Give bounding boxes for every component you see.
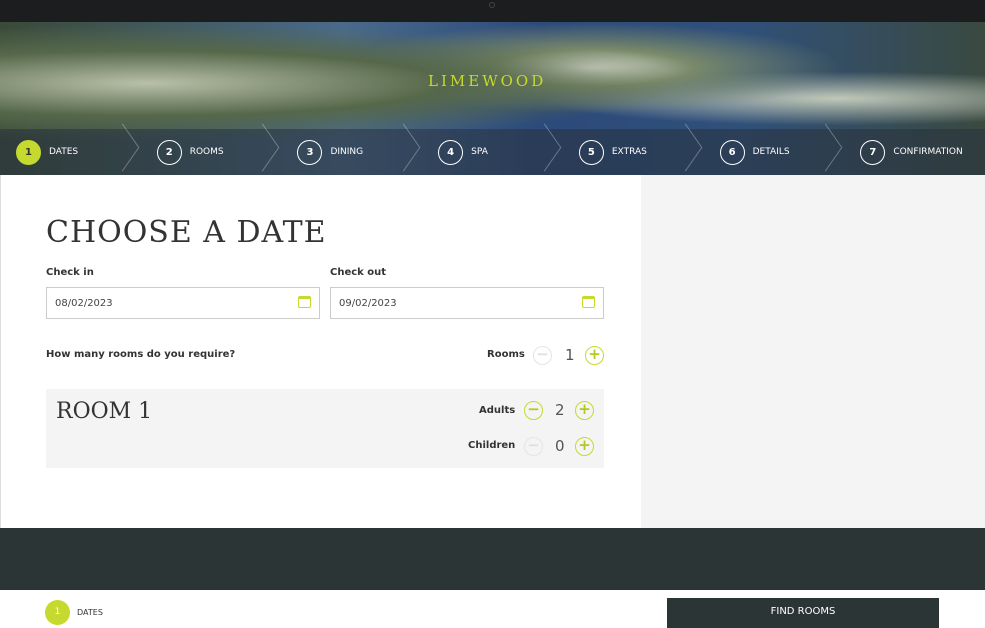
- step-dining[interactable]: 3 DINING: [281, 129, 422, 175]
- rooms-question: How many rooms do you require?: [46, 349, 236, 360]
- sticky-step-number: 1: [45, 600, 70, 625]
- adults-plus-button[interactable]: +: [575, 401, 594, 420]
- step-label: DINING: [330, 147, 364, 157]
- checkin-value: 08/02/2023: [55, 298, 113, 309]
- checkout-value: 09/02/2023: [339, 298, 397, 309]
- step-rooms[interactable]: 2 ROOMS: [141, 129, 282, 175]
- adults-minus-button[interactable]: −: [524, 401, 543, 420]
- step-number: 1: [16, 139, 41, 165]
- checkin-label: Check in: [46, 267, 94, 278]
- booking-steps: 1 DATES 2 ROOMS 3 DINING 4 SPA 5 EXTRAS 6 DETA…: [0, 129, 985, 175]
- children-minus-button[interactable]: −: [524, 437, 543, 456]
- step-number: 3: [297, 139, 323, 165]
- adults-label: Adults: [479, 405, 516, 416]
- camera-dot: [489, 2, 495, 8]
- step-details[interactable]: 6 DETAILS: [704, 129, 845, 175]
- page-title: CHOOSE A DATE: [46, 215, 327, 250]
- step-dates[interactable]: 1 DATES: [0, 129, 141, 175]
- step-label: SPA: [471, 147, 488, 157]
- step-extras[interactable]: 5 EXTRAS: [563, 129, 704, 175]
- step-number: 2: [156, 139, 182, 165]
- rooms-label: Rooms: [487, 349, 525, 360]
- checkout-label: Check out: [330, 267, 387, 278]
- children-label: Children: [468, 440, 516, 451]
- adults-value: 2: [555, 401, 565, 419]
- step-label: DETAILS: [752, 147, 790, 157]
- rooms-minus-button[interactable]: −: [533, 346, 552, 365]
- calendar-icon[interactable]: [298, 296, 311, 308]
- children-value: 0: [555, 437, 565, 455]
- step-number: 6: [719, 139, 745, 165]
- find-rooms-button[interactable]: FIND ROOMS: [667, 598, 939, 628]
- step-number: 7: [860, 139, 886, 165]
- step-spa[interactable]: 4 SPA: [422, 129, 563, 175]
- step-label: EXTRAS: [611, 147, 647, 157]
- children-plus-button[interactable]: +: [575, 437, 594, 456]
- device-top-bar: [0, 0, 985, 22]
- limewood-logo[interactable]: LIMEWOOD: [428, 72, 546, 90]
- footer: [0, 528, 985, 590]
- summary-sidebar: [641, 175, 985, 528]
- step-label: ROOMS: [189, 147, 224, 157]
- step-label: CONFIRMATION: [893, 147, 963, 157]
- hero-banner: LIMEWOOD 1 DATES 2 ROOMS 3 DINING 4 SPA 5 EXT…: [0, 22, 985, 175]
- step-confirmation[interactable]: 7 CONFIRMATION: [844, 129, 985, 175]
- rooms-plus-button[interactable]: +: [585, 346, 604, 365]
- rooms-value: 1: [565, 346, 575, 364]
- checkout-field[interactable]: 09/02/2023: [330, 287, 604, 319]
- date-form: CHOOSE A DATE Check in Check out 08/02/2…: [0, 175, 641, 528]
- step-number: 4: [438, 139, 464, 165]
- step-number: 5: [578, 139, 604, 165]
- sticky-booking-bar: 1 DATES FIND ROOMS: [0, 590, 985, 628]
- room-title: ROOM 1: [56, 399, 153, 424]
- sticky-step-label: DATES: [77, 608, 103, 617]
- room-1-panel: ROOM 1 Adults − 2 + Children − 0 +: [46, 389, 604, 468]
- checkin-field[interactable]: 08/02/2023: [46, 287, 320, 319]
- calendar-icon[interactable]: [582, 296, 595, 308]
- step-label: DATES: [49, 147, 79, 157]
